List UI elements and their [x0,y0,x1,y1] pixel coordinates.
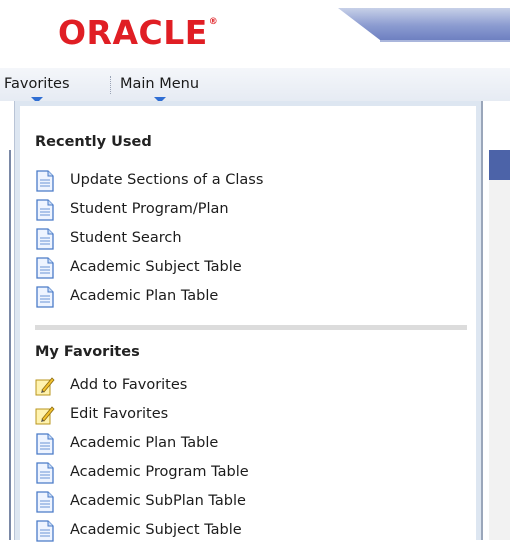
favorite-item[interactable]: Academic Subject Table [34,519,454,545]
recently-used-item-label: Academic Plan Table [70,288,219,304]
add-to-favorites-item[interactable]: Add to Favorites [34,374,454,400]
recently-used-item[interactable]: Student Search [34,227,454,253]
document-icon [36,462,54,484]
recently-used-item[interactable]: Student Program/Plan [34,198,454,224]
document-icon [36,257,54,279]
favorite-item-label: Academic Program Table [70,464,249,480]
pencil-note-icon [35,377,55,396]
favorite-item-label: Academic Plan Table [70,435,219,451]
menubar: Favorites Main Menu [0,68,510,103]
main-menu-label: Main Menu [120,76,200,92]
favorites-menu-label: Favorites [4,76,70,92]
recently-used-item[interactable]: Update Sections of a Class [34,169,454,195]
page-content-header-bar [489,150,510,180]
recently-used-title: Recently Used [35,134,152,150]
header-banner-line [380,40,510,42]
recently-used-item-label: Student Program/Plan [70,201,229,217]
logo-text: ORACLE [58,13,208,52]
header-banner [338,8,510,40]
recently-used-item[interactable]: Academic Plan Table [34,285,454,311]
recently-used-item-label: Student Search [70,230,182,246]
page-header: ORACLE® [0,0,510,68]
pencil-note-icon [35,406,55,425]
recently-used-item-label: Update Sections of a Class [70,172,264,188]
menu-separator [110,76,111,94]
document-icon [36,491,54,513]
add-to-favorites-label: Add to Favorites [70,377,188,393]
document-icon [36,520,54,542]
document-icon [36,199,54,221]
favorite-item[interactable]: Academic Program Table [34,461,454,487]
favorite-item-label: Academic Subject Table [70,522,242,538]
document-icon [36,170,54,192]
favorite-item-label: Academic SubPlan Table [70,493,246,509]
favorites-dropdown-body: Recently Used Update Sections of a Class… [20,106,476,542]
page-content-area [489,180,510,540]
page-content-top [487,101,510,141]
my-favorites-title: My Favorites [35,344,140,360]
document-icon [36,228,54,250]
document-icon [36,433,54,455]
favorites-menu[interactable]: Favorites [4,76,70,103]
recently-used-item-label: Academic Subject Table [70,259,242,275]
document-icon [36,286,54,308]
recently-used-item[interactable]: Academic Subject Table [34,256,454,282]
edit-favorites-label: Edit Favorites [70,406,169,422]
edit-favorites-item[interactable]: Edit Favorites [34,403,454,429]
section-divider [35,325,467,330]
favorite-item[interactable]: Academic Plan Table [34,432,454,458]
page-left-border [9,150,11,540]
registered-mark: ® [208,17,219,27]
main-menu[interactable]: Main Menu [120,76,200,103]
oracle-logo: ORACLE® [58,16,218,49]
favorites-dropdown: Recently Used Update Sections of a Class… [14,101,483,542]
favorite-item[interactable]: Academic SubPlan Table [34,490,454,516]
